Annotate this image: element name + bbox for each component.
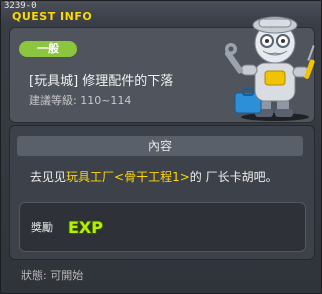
reward-label: 獎勵 xyxy=(31,221,53,234)
status-label: 狀態 xyxy=(21,269,43,282)
sub-area-open: < xyxy=(114,170,125,184)
recommended-level: 建議等級: 110~114 xyxy=(29,92,131,108)
status-value: 可開始 xyxy=(50,269,84,282)
window-title: QUEST INFO xyxy=(12,10,93,23)
exp-text: EXP xyxy=(68,218,103,237)
level-separator: : xyxy=(73,94,77,107)
quest-info-window: 3239-0 QUEST INFO 一般 [玩具城] 修理配件的下落 建議等級:… xyxy=(0,0,322,294)
level-range: 110~114 xyxy=(80,94,132,107)
status-separator: : xyxy=(43,269,47,282)
exp-icon: EXP xyxy=(67,217,103,237)
npc-portrait xyxy=(225,16,315,121)
level-label: 建議等級 xyxy=(29,94,73,107)
quest-description: 去见见玩具工厂<骨干工程1>的 厂长卡胡吧。 xyxy=(30,168,278,185)
description-text: 去见见 xyxy=(30,170,67,184)
place-name: 玩具工厂 xyxy=(66,170,115,184)
sub-area-close: > xyxy=(179,170,190,184)
sub-area-name: 骨干工程1 xyxy=(124,170,180,184)
status-row: 狀態: 可開始 xyxy=(21,267,83,283)
category-badge: 一般 xyxy=(19,41,77,57)
description-text-end: 的 厂长卡胡吧。 xyxy=(189,170,278,184)
reward-box xyxy=(19,202,306,252)
content-header: 內容 xyxy=(17,136,303,156)
quest-name: [玩具城] 修理配件的下落 xyxy=(29,74,174,89)
